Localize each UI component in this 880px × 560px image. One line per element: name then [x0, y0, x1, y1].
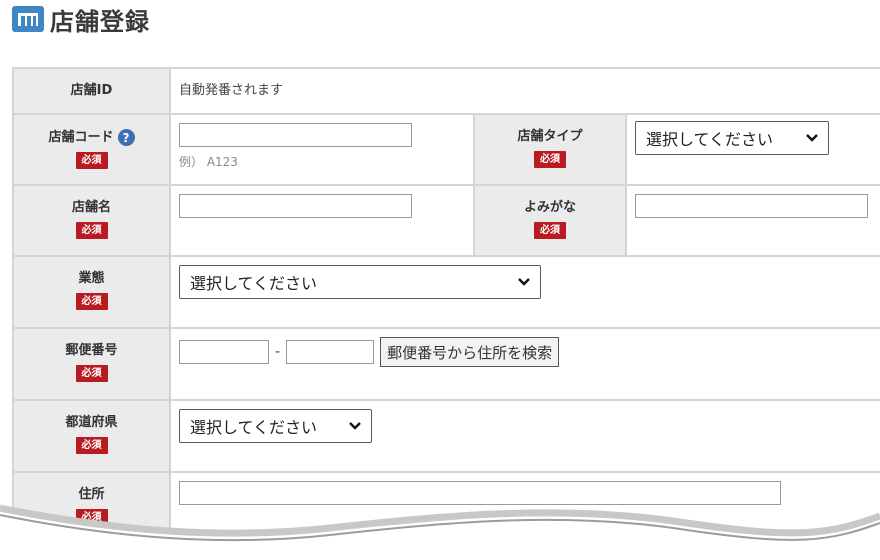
required-badge: 必須	[75, 152, 108, 169]
prefecture-value-cell: 選択してください	[168, 399, 880, 473]
store-code-input[interactable]	[179, 123, 412, 147]
store-name-value-cell	[169, 184, 475, 257]
yomigana-value-cell	[624, 184, 880, 257]
yomigana-label: よみがな	[523, 200, 576, 215]
row-store-code: 店舗コード ? 必須 例） A123 店舗タイプ 必須 選択してください	[12, 113, 880, 186]
row-store-name: 店舗名 必須 よみがな 必須	[12, 184, 880, 257]
business-type-select-value: 選択してください	[190, 274, 318, 293]
prefecture-select-value: 選択してください	[190, 418, 318, 437]
store-name-label: 店舗名	[71, 200, 111, 215]
required-badge: 必須	[534, 151, 566, 168]
help-icon[interactable]: ?	[117, 129, 135, 146]
store-type-value-cell: 選択してください	[624, 113, 880, 186]
prefecture-label-cell: 都道府県 必須	[12, 399, 171, 473]
postal-code-label: 郵便番号	[65, 343, 118, 358]
prefecture-select[interactable]: 選択してください	[179, 409, 372, 443]
store-type-label-cell: 店舗タイプ 必須	[473, 113, 627, 186]
store-name-label-cell: 店舗名 必須	[12, 184, 171, 257]
chevron-down-icon	[349, 422, 361, 430]
store-type-select[interactable]: 選択してください	[635, 121, 829, 155]
postal-code-first-input[interactable]	[179, 340, 269, 364]
required-badge: 必須	[75, 365, 108, 382]
chevron-down-icon	[518, 278, 530, 286]
row-business-type: 業態 必須 選択してください	[12, 255, 880, 329]
store-type-label: 店舗タイプ	[517, 129, 583, 144]
store-icon	[12, 6, 44, 32]
row-store-id: 店舗ID 自動発番されます	[12, 67, 880, 115]
business-type-value-cell: 選択してください	[168, 255, 880, 329]
postal-code-search-button[interactable]: 郵便番号から住所を検索	[380, 337, 560, 367]
postal-code-second-input[interactable]	[286, 340, 375, 364]
store-registration-form: 店舗ID 自動発番されます 店舗コード ? 必須 例） A123 店舗タイプ 必…	[12, 67, 880, 548]
postal-code-value-cell: - 郵便番号から住所を検索	[168, 327, 880, 401]
store-type-select-value: 選択してください	[646, 130, 774, 149]
business-type-label-cell: 業態 必須	[12, 255, 171, 329]
business-type-label: 業態	[78, 271, 105, 286]
postal-code-label-cell: 郵便番号 必須	[12, 327, 171, 401]
yomigana-input[interactable]	[635, 194, 868, 218]
store-id-label-cell: 店舗ID	[12, 67, 171, 115]
page-title: 店舗登録	[50, 7, 150, 36]
store-code-hint: 例） A123	[179, 155, 238, 169]
store-id-label: 店舗ID	[70, 83, 113, 98]
yomigana-label-cell: よみがな 必須	[473, 184, 627, 257]
postal-code-dash: -	[275, 344, 281, 360]
required-badge: 必須	[75, 437, 108, 454]
store-code-label: 店舗コード	[48, 129, 114, 145]
store-code-value-cell: 例） A123	[169, 113, 475, 186]
required-badge: 必須	[75, 293, 108, 310]
store-id-value: 自動発番されます	[179, 83, 284, 98]
business-type-select[interactable]: 選択してください	[179, 265, 541, 299]
prefecture-label: 都道府県	[65, 415, 118, 430]
store-name-input[interactable]	[179, 194, 412, 218]
chevron-down-icon	[806, 134, 818, 142]
required-badge: 必須	[75, 222, 108, 239]
row-prefecture: 都道府県 必須 選択してください	[12, 399, 880, 473]
store-code-label-cell: 店舗コード ? 必須	[12, 113, 171, 186]
page-header: 店舗登録	[12, 4, 150, 36]
required-badge: 必須	[534, 222, 566, 239]
torn-edge-decoration	[0, 504, 880, 560]
row-postal-code: 郵便番号 必須 - 郵便番号から住所を検索	[12, 327, 880, 401]
store-id-value-cell: 自動発番されます	[168, 67, 880, 115]
